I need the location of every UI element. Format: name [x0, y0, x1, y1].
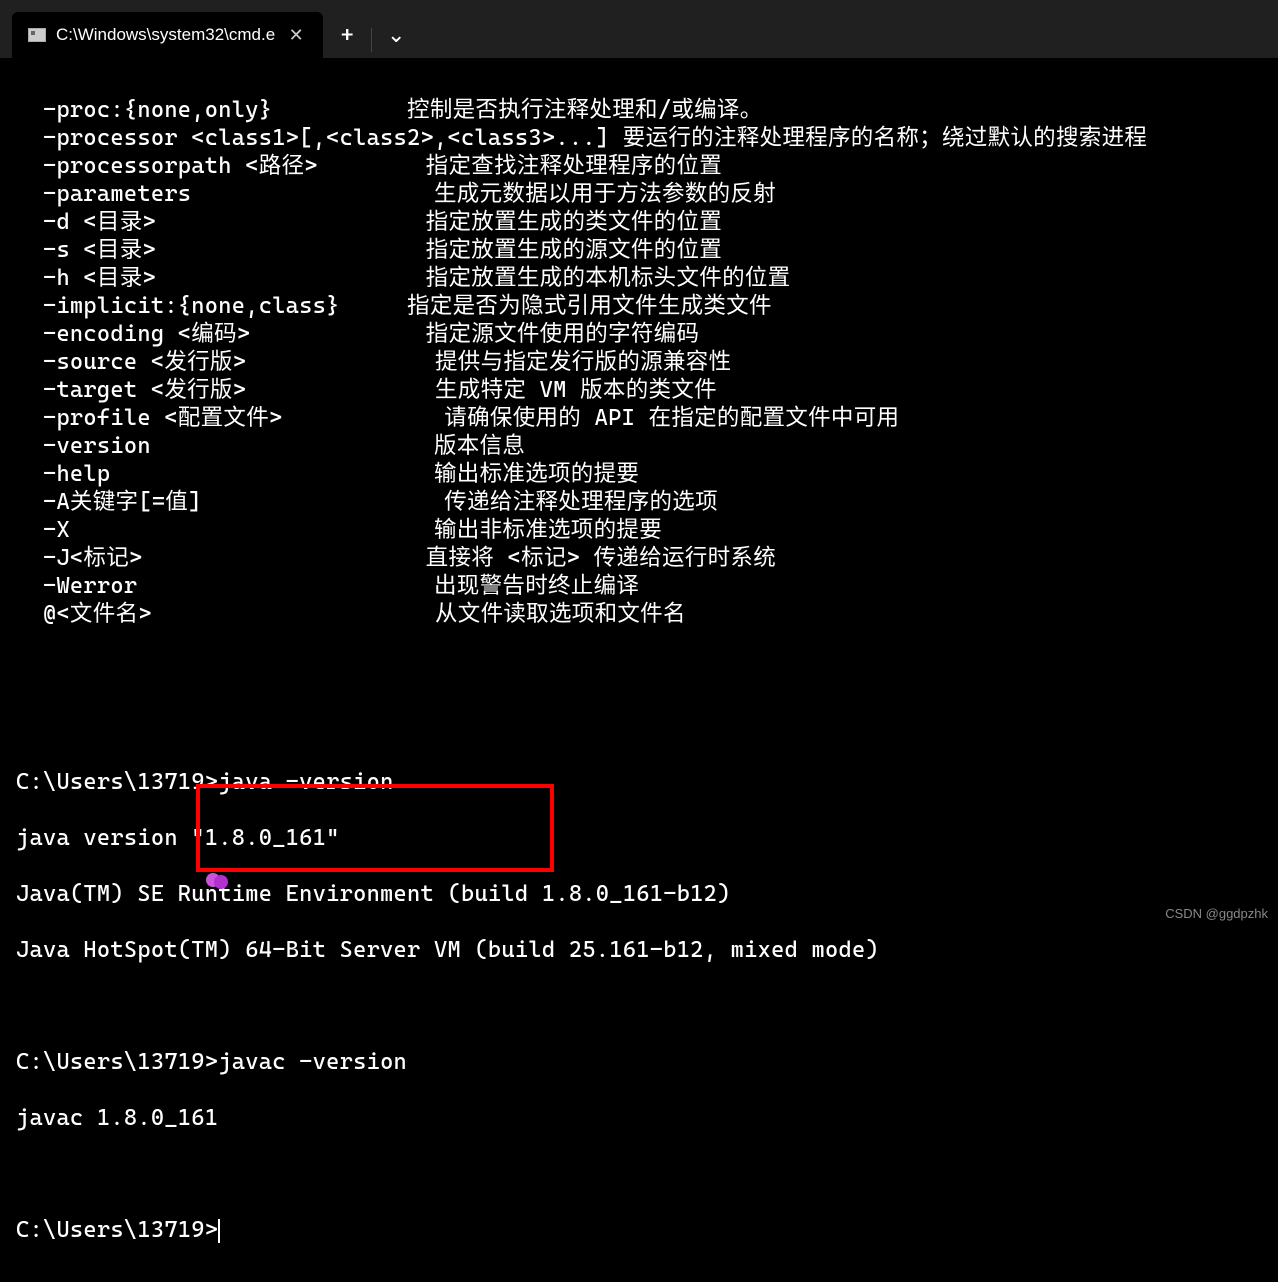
command: java -version — [218, 769, 393, 795]
cmd-icon — [28, 28, 46, 42]
option-flag: -proc:{none,only} — [16, 96, 407, 124]
option-flag: @<文件名> — [16, 600, 435, 628]
option-flag: -d <目录> — [16, 208, 426, 236]
option-desc: 指定放置生成的源文件的位置 — [426, 236, 722, 264]
option-flag: -encoding <编码> — [16, 320, 426, 348]
option-line: -s <目录> 指定放置生成的源文件的位置 — [16, 236, 1262, 264]
option-flag: -processor <class1>[,<class2>,<class3>..… — [16, 124, 623, 152]
tab-close-button[interactable]: ✕ — [285, 24, 307, 46]
option-flag: -implicit:{none,class} — [16, 292, 407, 320]
cursor — [218, 1219, 220, 1243]
option-desc: 直接将 <标记> 传递给运行时系统 — [426, 544, 776, 572]
prompt: C:\Users\13719> — [16, 1217, 218, 1243]
option-flag: -h <目录> — [16, 264, 426, 292]
option-desc: 指定放置生成的本机标头文件的位置 — [426, 264, 791, 292]
output-line: java version "1.8.0_161" — [16, 824, 1262, 852]
option-desc: 输出非标准选项的提要 — [434, 516, 662, 544]
option-line: -J<标记> 直接将 <标记> 传递给运行时系统 — [16, 544, 1262, 572]
prompt-line: C:\Users\13719> — [16, 1216, 1262, 1244]
option-line: -help 输出标准选项的提要 — [16, 460, 1262, 488]
option-line: -proc:{none,only} 控制是否执行注释处理和/或编译。 — [16, 96, 1262, 124]
option-desc: 指定是否为隐式引用文件生成类文件 — [407, 292, 772, 320]
option-desc: 出现警告时终止编译 — [434, 572, 639, 600]
option-flag: -profile <配置文件> — [16, 404, 444, 432]
option-desc: 指定源文件使用的字符编码 — [426, 320, 700, 348]
option-flag: -parameters — [16, 180, 434, 208]
option-flag: -A关键字[=值] — [16, 488, 444, 516]
output-line: Java HotSpot(TM) 64-Bit Server VM (build… — [16, 936, 1262, 964]
new-tab-button[interactable]: + — [323, 12, 371, 58]
option-desc: 生成元数据以用于方法参数的反射 — [434, 180, 776, 208]
option-line: @<文件名> 从文件读取选项和文件名 — [16, 600, 1262, 628]
option-desc: 要运行的注释处理程序的名称；绕过默认的搜索进程 — [623, 124, 1147, 152]
option-line: -profile <配置文件> 请确保使用的 API 在指定的配置文件中可用 — [16, 404, 1262, 432]
option-flag: -target <发行版> — [16, 376, 435, 404]
option-desc: 生成特定 VM 版本的类文件 — [435, 376, 717, 404]
option-flag: -X — [16, 516, 434, 544]
option-flag: -source <发行版> — [16, 348, 435, 376]
option-line: -source <发行版> 提供与指定发行版的源兼容性 — [16, 348, 1262, 376]
option-line: -target <发行版> 生成特定 VM 版本的类文件 — [16, 376, 1262, 404]
option-line: -parameters 生成元数据以用于方法参数的反射 — [16, 180, 1262, 208]
option-desc: 请确保使用的 API 在指定的配置文件中可用 — [444, 404, 899, 432]
option-desc: 版本信息 — [434, 432, 525, 460]
window-titlebar: C:\Windows\system32\cmd.e ✕ + ⌄ — [0, 0, 1278, 58]
option-line: -h <目录> 指定放置生成的本机标头文件的位置 — [16, 264, 1262, 292]
prompt: C:\Users\13719> — [16, 769, 218, 795]
option-desc: 输出标准选项的提要 — [434, 460, 639, 488]
option-line: -A关键字[=值] 传递给注释处理程序的选项 — [16, 488, 1262, 516]
tab-title: C:\Windows\system32\cmd.e — [56, 25, 275, 45]
option-flag: -processorpath <路径> — [16, 152, 426, 180]
option-line: -implicit:{none,class} 指定是否为隐式引用文件生成类文件 — [16, 292, 1262, 320]
prompt-line: C:\Users\13719>javac -version — [16, 1048, 1262, 1076]
option-flag: -version — [16, 432, 434, 460]
option-desc: 提供与指定发行版的源兼容性 — [435, 348, 731, 376]
option-desc: 指定放置生成的类文件的位置 — [426, 208, 722, 236]
terminal-tab[interactable]: C:\Windows\system32\cmd.e ✕ — [12, 12, 323, 58]
option-flag: -help — [16, 460, 434, 488]
option-line: -encoding <编码> 指定源文件使用的字符编码 — [16, 320, 1262, 348]
option-desc: 控制是否执行注释处理和/或编译。 — [407, 96, 762, 124]
option-flag: -J<标记> — [16, 544, 426, 572]
option-desc: 从文件读取选项和文件名 — [435, 600, 686, 628]
option-line: -Werror 出现警告时终止编译 — [16, 572, 1262, 600]
option-line: -processorpath <路径> 指定查找注释处理程序的位置 — [16, 152, 1262, 180]
option-line: -d <目录> 指定放置生成的类文件的位置 — [16, 208, 1262, 236]
option-desc: 指定查找注释处理程序的位置 — [426, 152, 722, 180]
terminal-output[interactable]: -proc:{none,only} 控制是否执行注释处理和/或编译。 -proc… — [0, 58, 1278, 1282]
option-line: -X 输出非标准选项的提要 — [16, 516, 1262, 544]
prompt: C:\Users\13719> — [16, 1049, 218, 1075]
option-desc: 传递给注释处理程序的选项 — [444, 488, 718, 516]
output-line: Java(TM) SE Runtime Environment (build 1… — [16, 880, 1262, 908]
option-flag: -s <目录> — [16, 236, 426, 264]
command: javac -version — [218, 1049, 407, 1075]
tab-dropdown-button[interactable]: ⌄ — [372, 12, 420, 58]
watermark: CSDN @ggdpzhk — [1165, 906, 1268, 921]
option-line: -processor <class1>[,<class2>,<class3>..… — [16, 124, 1262, 152]
option-line: -version 版本信息 — [16, 432, 1262, 460]
prompt-line: C:\Users\13719>java -version — [16, 768, 1262, 796]
option-flag: -Werror — [16, 572, 434, 600]
output-line: javac 1.8.0_161 — [16, 1104, 1262, 1132]
